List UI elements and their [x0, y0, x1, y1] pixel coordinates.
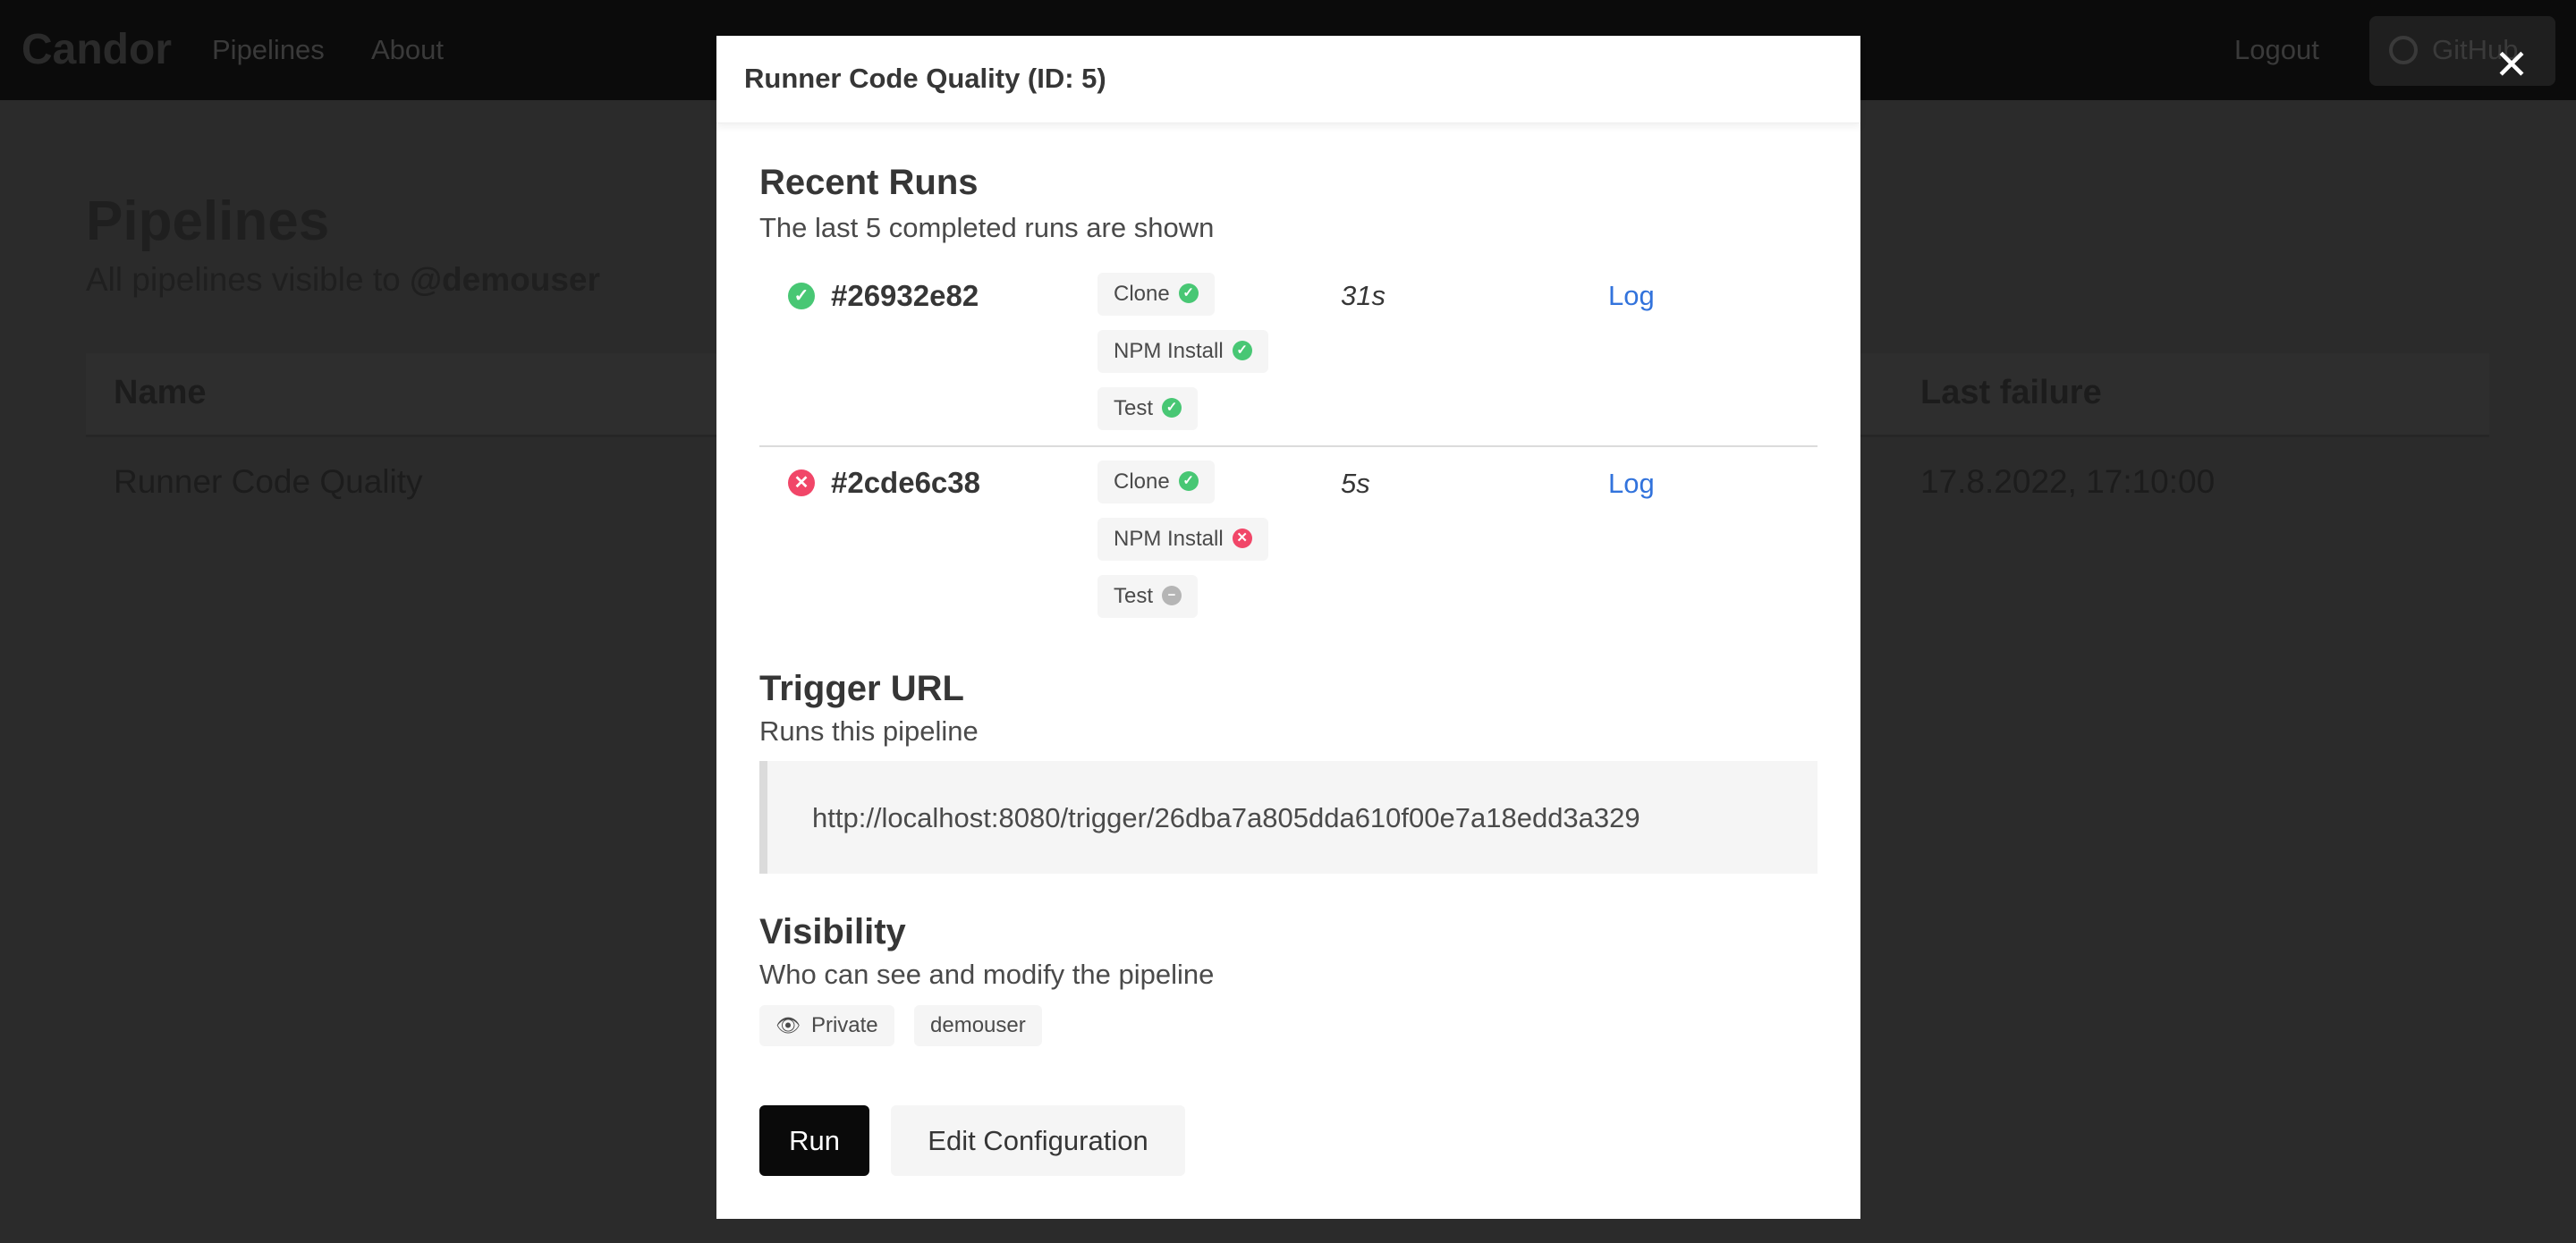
step-name: Clone [1114, 469, 1170, 494]
failed-icon: ✕ [788, 469, 815, 496]
column-name: Name [114, 374, 207, 411]
step-name: Test [1114, 396, 1154, 420]
modal-title: Runner Code Quality (ID: 5) [716, 36, 1860, 123]
pipeline-modal: Runner Code Quality (ID: 5) Recent Runs … [716, 36, 1860, 1219]
edit-configuration-button[interactable]: Edit Configuration [891, 1105, 1185, 1176]
log-link[interactable]: Log [1608, 468, 1655, 500]
brand-logo[interactable]: Candor [21, 25, 172, 74]
step-tag: Test − [1097, 575, 1199, 618]
log-link[interactable]: Log [1608, 280, 1655, 312]
skipped-icon: − [1162, 585, 1182, 605]
visibility-subtitle: Who can see and modify the pipeline [759, 959, 1215, 990]
step-tag: NPM Install ✕ [1097, 518, 1268, 561]
page-subtitle: All pipelines visible to @demouser [86, 261, 600, 299]
step-tag: Clone ✓ [1097, 461, 1215, 503]
run-duration: 5s [1341, 468, 1370, 499]
table-row-name[interactable]: Runner Code Quality [114, 463, 423, 501]
nav-about[interactable]: About [371, 34, 444, 66]
step-tag: Test ✓ [1097, 387, 1199, 430]
subtitle-prefix: All pipelines visible to [86, 261, 410, 298]
table-row-last-failure: 17.8.2022, 17:10:00 [1920, 463, 2216, 500]
divider [759, 445, 1818, 447]
success-icon: ✓ [788, 283, 815, 309]
step-tag: NPM Install ✓ [1097, 330, 1268, 373]
step-tag: Clone ✓ [1097, 273, 1215, 316]
step-name: Clone [1114, 282, 1170, 306]
user-tag: demouser [914, 1005, 1042, 1046]
logout-link[interactable]: Logout [2234, 34, 2319, 66]
run-hash: #2cde6c38 [831, 466, 980, 499]
run-button[interactable]: Run [759, 1105, 869, 1176]
trigger-heading: Trigger URL [759, 669, 964, 708]
eye-icon: 👁 [775, 1014, 801, 1036]
step-name: NPM Install [1114, 339, 1224, 363]
github-icon [2389, 36, 2418, 64]
trigger-url[interactable]: http://localhost:8080/trigger/26dba7a805… [759, 761, 1818, 874]
nav-pipelines[interactable]: Pipelines [212, 34, 325, 66]
success-icon: ✓ [1162, 397, 1182, 418]
recent-runs-heading: Recent Runs [759, 163, 979, 202]
run-hash: #26932e82 [831, 279, 979, 312]
success-icon: ✓ [1178, 283, 1199, 303]
run-duration: 31s [1341, 280, 1385, 311]
recent-runs-subtitle: The last 5 completed runs are shown [759, 212, 1215, 243]
step-name: Test [1114, 584, 1154, 608]
failed-icon: ✕ [1232, 528, 1252, 548]
visibility-tag: 👁 Private [759, 1005, 894, 1046]
visibility-mode: Private [810, 1013, 878, 1037]
page-title: Pipelines [86, 190, 330, 252]
success-icon: ✓ [1178, 470, 1199, 491]
step-name: NPM Install [1114, 527, 1224, 551]
close-modal-button[interactable]: ✕ [2494, 43, 2529, 86]
visibility-heading: Visibility [759, 912, 906, 951]
subtitle-user: @demouser [409, 261, 600, 298]
success-icon: ✓ [1232, 340, 1252, 360]
trigger-subtitle: Runs this pipeline [759, 715, 979, 747]
column-last-failure: Last failure [1920, 374, 2102, 411]
